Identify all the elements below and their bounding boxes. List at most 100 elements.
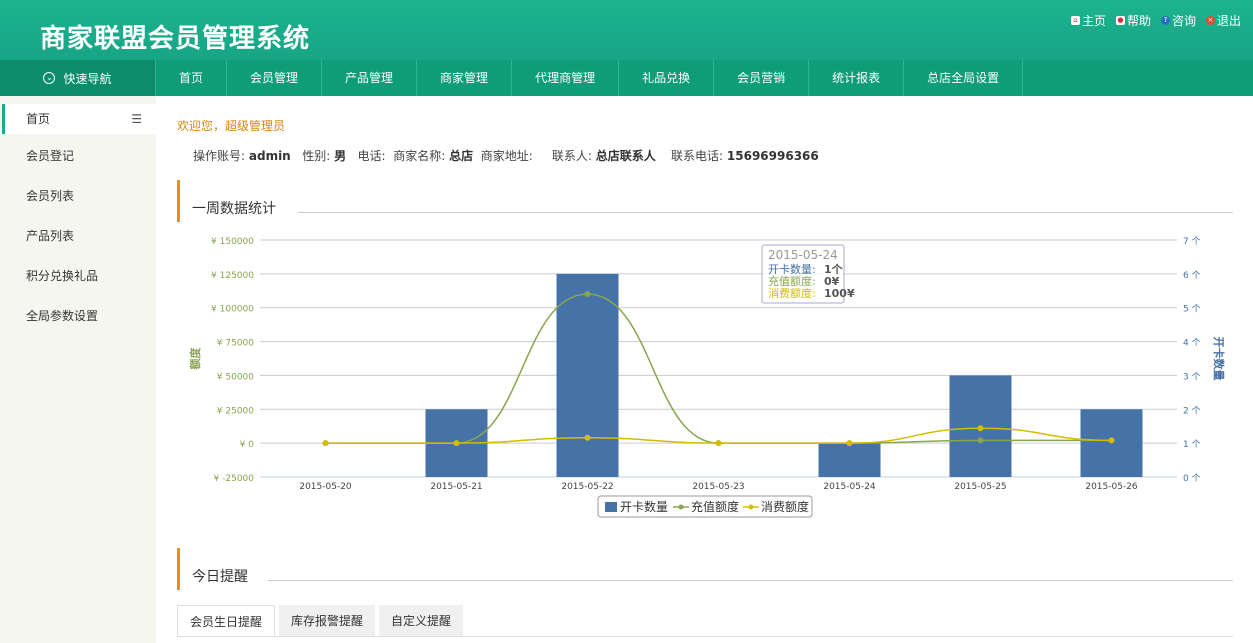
nav-item-global-settings[interactable]: 总店全局设置 bbox=[904, 60, 1024, 96]
y-right-axis-title: 开卡数量 bbox=[1212, 337, 1226, 381]
shop-label: 商家名称: bbox=[393, 149, 446, 163]
nav-item-member-marketing[interactable]: 会员营销 bbox=[714, 60, 810, 96]
section-title: 今日提醒 bbox=[192, 569, 248, 585]
tab-divider bbox=[177, 636, 1233, 637]
x-tick-label: 2015-05-25 bbox=[954, 482, 1006, 492]
shop-value: 总店 bbox=[449, 149, 474, 163]
account-value: admin bbox=[248, 149, 291, 163]
contact-value: 总店联系人 bbox=[595, 149, 656, 163]
consult-link-label: 咨询 bbox=[1171, 14, 1196, 28]
y-right-tick-label: 3 个 bbox=[1183, 371, 1201, 382]
y-left-tick-label: ¥ 100000 bbox=[211, 305, 254, 315]
y-left-tick-label: ¥ 125000 bbox=[211, 271, 254, 281]
series-point bbox=[846, 440, 853, 447]
section-divider bbox=[268, 580, 1233, 581]
phone-label: 电话: bbox=[357, 149, 386, 163]
nav-item-merchant-management[interactable]: 商家管理 bbox=[417, 60, 513, 96]
home-link[interactable]: ⌂ 主页 bbox=[1070, 12, 1106, 29]
y-right-tick-label: 4 个 bbox=[1183, 338, 1201, 349]
y-right-tick-label: 5 个 bbox=[1183, 304, 1201, 315]
sidebar-item-points-gift[interactable]: 积分兑换礼品 bbox=[0, 256, 156, 296]
header: 商家联盟会员管理系统 ⌂ 主页 ● 帮助 ? 咨询 × 退出 bbox=[0, 0, 1253, 60]
chevron-down-icon: ⌄ bbox=[43, 72, 56, 84]
tooltip-row-label: 消费额度: bbox=[768, 286, 816, 300]
home-icon: ⌂ bbox=[1070, 16, 1080, 25]
section-title: 一周数据统计 bbox=[192, 201, 276, 217]
series-point bbox=[322, 440, 329, 447]
series-point bbox=[584, 434, 591, 441]
nav-item-member-management[interactable]: 会员管理 bbox=[227, 60, 323, 96]
list-icon[interactable]: ☰ bbox=[131, 104, 142, 134]
contact-phone-value: 15696996366 bbox=[726, 149, 819, 163]
help-person-icon: ● bbox=[1115, 16, 1125, 25]
y-right-tick-label: 2 个 bbox=[1183, 405, 1201, 416]
sidebar-item-global-params[interactable]: 全局参数设置 bbox=[0, 296, 156, 336]
contact-label: 联系人: bbox=[551, 149, 592, 163]
nav-item-home[interactable]: 首页 bbox=[156, 60, 228, 96]
gender-value: 男 bbox=[334, 149, 347, 163]
consult-link[interactable]: ? 咨询 bbox=[1160, 12, 1196, 29]
x-tick-label: 2015-05-23 bbox=[692, 482, 744, 492]
tab-stock-alert[interactable]: 库存报警提醒 bbox=[279, 605, 376, 637]
gender-label: 性别: bbox=[302, 149, 331, 163]
section-divider bbox=[298, 212, 1233, 213]
y-left-tick-label: ¥ 0 bbox=[240, 440, 255, 450]
app-title: 商家联盟会员管理系统 bbox=[40, 24, 311, 54]
sidebar-item-home[interactable]: 首页 ☰ bbox=[2, 104, 156, 134]
y-left-tick-label: ¥ 150000 bbox=[211, 237, 254, 247]
help-link[interactable]: ● 帮助 bbox=[1115, 12, 1151, 29]
sidebar-item-member-register[interactable]: 会员登记 bbox=[0, 136, 156, 176]
contact-phone-label: 联系电话: bbox=[671, 149, 724, 163]
nav-item-reports[interactable]: 统计报表 bbox=[809, 60, 905, 96]
series-point bbox=[1108, 437, 1115, 444]
help-link-label: 帮助 bbox=[1126, 14, 1151, 28]
legend-label: 充值额度 bbox=[691, 499, 739, 514]
tooltip-date: 2015-05-24 bbox=[768, 248, 838, 262]
tab-custom-reminder[interactable]: 自定义提醒 bbox=[379, 605, 464, 637]
bar bbox=[556, 273, 619, 477]
bar bbox=[818, 443, 881, 477]
exit-link[interactable]: × 退出 bbox=[1205, 12, 1241, 29]
nav-item-agent-management[interactable]: 代理商管理 bbox=[512, 60, 620, 96]
legend-label: 开卡数量 bbox=[620, 499, 668, 514]
account-info: 操作账号: admin 性别: 男 电话: 商家名称: 总店 商家地址: 联系人… bbox=[193, 147, 819, 164]
x-tick-label: 2015-05-22 bbox=[561, 482, 613, 492]
nav-item-product-management[interactable]: 产品管理 bbox=[322, 60, 418, 96]
y-right-tick-label: 0 个 bbox=[1183, 473, 1201, 484]
top-links: ⌂ 主页 ● 帮助 ? 咨询 × 退出 bbox=[1070, 12, 1241, 29]
tooltip-row-value: 100¥ bbox=[824, 287, 855, 300]
x-tick-label: 2015-05-21 bbox=[430, 482, 482, 492]
exit-link-label: 退出 bbox=[1216, 14, 1241, 28]
home-link-label: 主页 bbox=[1081, 14, 1106, 28]
sidebar-item-member-list[interactable]: 会员列表 bbox=[0, 176, 156, 216]
main-nav: ⌄ 快速导航 首页 会员管理 产品管理 商家管理 代理商管理 礼品兑换 会员营销 … bbox=[0, 60, 1253, 96]
y-right-tick-label: 7 个 bbox=[1183, 236, 1201, 247]
exit-icon: × bbox=[1205, 16, 1215, 25]
reminder-tabs: 会员生日提醒 库存报警提醒 自定义提醒 bbox=[177, 605, 464, 637]
main-content: 欢迎您，超级管理员 操作账号: admin 性别: 男 电话: 商家名称: 总店… bbox=[177, 96, 1237, 643]
legend-label: 消费额度 bbox=[761, 499, 809, 514]
y-right-tick-label: 6 个 bbox=[1183, 270, 1201, 281]
y-left-tick-label: ¥ 50000 bbox=[217, 372, 254, 382]
series-point bbox=[977, 437, 984, 444]
nav-item-gift-exchange[interactable]: 礼品兑换 bbox=[619, 60, 715, 96]
y-left-tick-label: ¥ -25000 bbox=[214, 474, 255, 484]
y-left-tick-label: ¥ 75000 bbox=[217, 339, 254, 349]
section-weekly-stats: 一周数据统计 bbox=[177, 180, 1233, 222]
sidebar-item-product-list[interactable]: 产品列表 bbox=[0, 216, 156, 256]
tab-birthday-reminder[interactable]: 会员生日提醒 bbox=[177, 605, 276, 637]
legend-swatch bbox=[678, 504, 684, 510]
weekly-chart: ¥ 150000 ¥ 125000 ¥ 100000 ¥ 75000 ¥ 50000 ¥ … bbox=[188, 236, 1226, 518]
sidebar: 首页 ☰ 会员登记 会员列表 产品列表 积分兑换礼品 全局参数设置 bbox=[0, 96, 156, 643]
address-label: 商家地址: bbox=[480, 149, 533, 163]
y-left-axis-title: 额度 bbox=[188, 347, 202, 370]
series-point bbox=[715, 440, 722, 447]
section-today-reminder: 今日提醒 bbox=[177, 548, 1233, 590]
y-left-tick-label: ¥ 25000 bbox=[217, 406, 254, 416]
x-tick-label: 2015-05-24 bbox=[823, 482, 876, 492]
series-point bbox=[584, 291, 591, 298]
legend-swatch bbox=[605, 502, 617, 512]
quick-nav-button[interactable]: ⌄ 快速导航 bbox=[0, 60, 156, 96]
question-icon: ? bbox=[1160, 16, 1170, 25]
series-point bbox=[977, 425, 984, 432]
